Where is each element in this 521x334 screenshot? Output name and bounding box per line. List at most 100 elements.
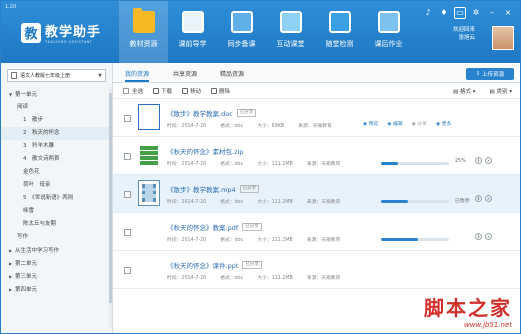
tree-item[interactable]: 2 秋天的怀念: [1, 127, 112, 140]
shirt-icon[interactable]: ♦: [438, 7, 450, 19]
download-label: 下载: [161, 88, 173, 95]
row-checkbox[interactable]: [124, 191, 131, 198]
textbook-select-value: 语文人教版七年级上册: [20, 73, 71, 79]
tree-item-label: 荷叶 母亲: [23, 182, 51, 188]
file-time: 时间：2014-7-20: [167, 238, 207, 243]
file-meta: 时间：2014-7-20 格式：doc 大小：111.2MB 来源：天喻教育: [167, 236, 354, 243]
download-button[interactable]: 下载: [153, 87, 172, 95]
tree-item[interactable]: 咏雪: [1, 205, 112, 218]
tree-item[interactable]: 阅读: [1, 101, 112, 114]
nav-label: 同步备课: [227, 40, 256, 48]
file-size: 大小：111.2MB: [257, 276, 293, 281]
move-button[interactable]: 移动: [182, 87, 201, 95]
textbook-select[interactable]: 语文人教版七年级上册 ▼: [7, 69, 106, 82]
row-checkbox[interactable]: [124, 115, 131, 122]
file-time: 时间：2014-7-20: [167, 276, 207, 281]
book-icon: [11, 72, 17, 79]
app-title: 教学助手: [45, 25, 102, 40]
file-row[interactable]: W 《散步》教学教案.doc 已分享 时间：2014-7-20 格式：doc 大小：69K…: [113, 99, 520, 137]
file-row[interactable]: 《秋天的怀念》素材包.zip 时间：2014-7-20 格式：doc 大小：111.2…: [113, 137, 520, 175]
gear-icon[interactable]: ✲: [470, 7, 482, 19]
upload-button[interactable]: ⇪ 上传资源: [466, 68, 514, 80]
pause-icon[interactable]: Ⅱ: [475, 195, 482, 202]
tree-item[interactable]: ▼ 第一单元: [1, 88, 112, 101]
tab-my-resources[interactable]: 我的资源: [125, 69, 150, 82]
tree-item-label: 第一单元: [15, 92, 38, 98]
file-name[interactable]: 《散步》教学教案.mp4: [167, 184, 236, 194]
share-label: 分享: [417, 122, 427, 127]
download-progress-fill: [381, 238, 419, 241]
download-progress-fill: [381, 162, 398, 165]
edit-button[interactable]: ◉ 编辑: [387, 120, 402, 127]
file-meta: 时间：2014-7-20 格式：doc 大小：69KB 来源：天喻教育: [167, 122, 346, 129]
select-all-label: 全选: [132, 88, 144, 95]
tree-item-label: 第三单元: [15, 274, 38, 280]
file-name[interactable]: 《秋天的怀念》教案.pdf: [167, 222, 238, 232]
file-list: W 《散步》教学教案.doc 已分享 时间：2014-7-20 格式：doc 大小：69K…: [113, 99, 520, 289]
file-source: 来源：天喻教育: [306, 238, 341, 243]
file-name[interactable]: 《秋天的怀念》素材包.zip: [167, 146, 243, 156]
nav-interactive-class[interactable]: 互动课堂: [266, 1, 315, 63]
row-checkbox[interactable]: [124, 153, 131, 160]
download-progress-fill: [381, 200, 409, 203]
tree-item-label: 写作: [17, 234, 29, 240]
user-name[interactable]: 张旭云: [453, 34, 476, 42]
category-filter[interactable]: ▤ 类别 ▾: [490, 87, 512, 95]
file-name[interactable]: 《散步》教学教案.doc: [167, 108, 233, 118]
row-checkbox[interactable]: [124, 229, 131, 236]
tree-item-label: 5 《世说新语》两则: [23, 195, 74, 201]
file-row[interactable]: P 《秋天的怀念》课件.ppt 已分享 时间：2014-7-20 格式：doc 大小：11…: [113, 251, 520, 289]
share-button[interactable]: ◉ 分享: [412, 120, 427, 127]
pause-icon[interactable]: Ⅱ: [475, 233, 482, 240]
message-icon[interactable]: ▭: [454, 7, 466, 19]
nav-textbook-resources[interactable]: 教材资源: [119, 1, 168, 63]
bell-icon[interactable]: ♪: [422, 7, 434, 19]
pause-icon[interactable]: Ⅱ: [475, 157, 482, 164]
tree-item[interactable]: 陈太丘与友期: [1, 218, 112, 231]
tree-item[interactable]: 荷叶 母亲: [1, 179, 112, 192]
minimize-icon[interactable]: –: [486, 7, 498, 19]
tree-item[interactable]: 金色花: [1, 166, 112, 179]
nav-homework[interactable]: 课后作业: [364, 1, 413, 63]
delete-button[interactable]: 删除: [211, 87, 230, 95]
file-row[interactable]: 《散步》教学教案.mp4 已分享 时间：2014-7-20 格式：doc 大小：111.…: [113, 175, 520, 213]
preview-button[interactable]: ◉ 预览: [363, 120, 378, 127]
close-icon[interactable]: ×: [485, 157, 492, 164]
nav-pre-class[interactable]: 课前导学: [168, 1, 217, 63]
more-button[interactable]: ◉ 更多: [436, 120, 451, 127]
whiteboard-icon: [230, 11, 253, 33]
close-icon[interactable]: ×: [485, 195, 492, 202]
window-controls: ♪ ♦ ▭ ✲ – ×: [422, 7, 514, 19]
preview-label: 预览: [368, 122, 379, 127]
progress-status: 25%: [455, 159, 466, 164]
tree-item[interactable]: 5 《世说新语》两则: [1, 192, 112, 205]
tree-item[interactable]: ▶ 第三单元: [1, 270, 112, 283]
watermark: 脚本之家 www.jb51.net: [424, 292, 512, 329]
select-all-checkbox[interactable]: 全选: [123, 87, 143, 95]
nav-label: 互动课堂: [276, 40, 305, 48]
nav-quiz[interactable]: 随堂检测: [315, 1, 364, 63]
tree-item-label: 从生活中学习写作: [15, 248, 60, 254]
tree-item[interactable]: 1 散步: [1, 114, 112, 127]
tree-item[interactable]: ▶ 第四单元: [1, 283, 112, 296]
close-icon[interactable]: ×: [502, 7, 514, 19]
tab-shared-resources[interactable]: 共享资源: [173, 69, 197, 78]
file-row[interactable]: ⅄ 《秋天的怀念》教案.pdf 已分享 时间：2014-7-20 格式：doc 大小：11…: [113, 213, 520, 251]
tree-item[interactable]: ▶ 从生活中学习写作: [1, 244, 112, 257]
nav-lesson-prep[interactable]: 同步备课: [217, 1, 266, 63]
avatar[interactable]: [492, 26, 514, 50]
close-icon[interactable]: ×: [485, 233, 492, 240]
row-checkbox[interactable]: [124, 267, 131, 274]
tree-item[interactable]: ▶ 第二单元: [1, 257, 112, 270]
file-name[interactable]: 《秋天的怀念》课件.ppt: [167, 260, 238, 270]
format-filter-label: 格式: [459, 89, 471, 95]
format-filter[interactable]: ▤ 格式 ▾: [453, 87, 475, 95]
tree-item[interactable]: 4 散文诗两首: [1, 153, 112, 166]
tree-item[interactable]: 写作: [1, 231, 112, 244]
tree-item-label: 陈太丘与友期: [23, 221, 57, 227]
sidebar-scrollbar-thumb[interactable]: [109, 93, 112, 303]
nav-label: 教材资源: [129, 40, 158, 48]
nav-label: 课后作业: [374, 40, 403, 48]
tree-item[interactable]: 3 羚羊木雕: [1, 140, 112, 153]
tab-premium-resources[interactable]: 精品资源: [220, 69, 244, 78]
